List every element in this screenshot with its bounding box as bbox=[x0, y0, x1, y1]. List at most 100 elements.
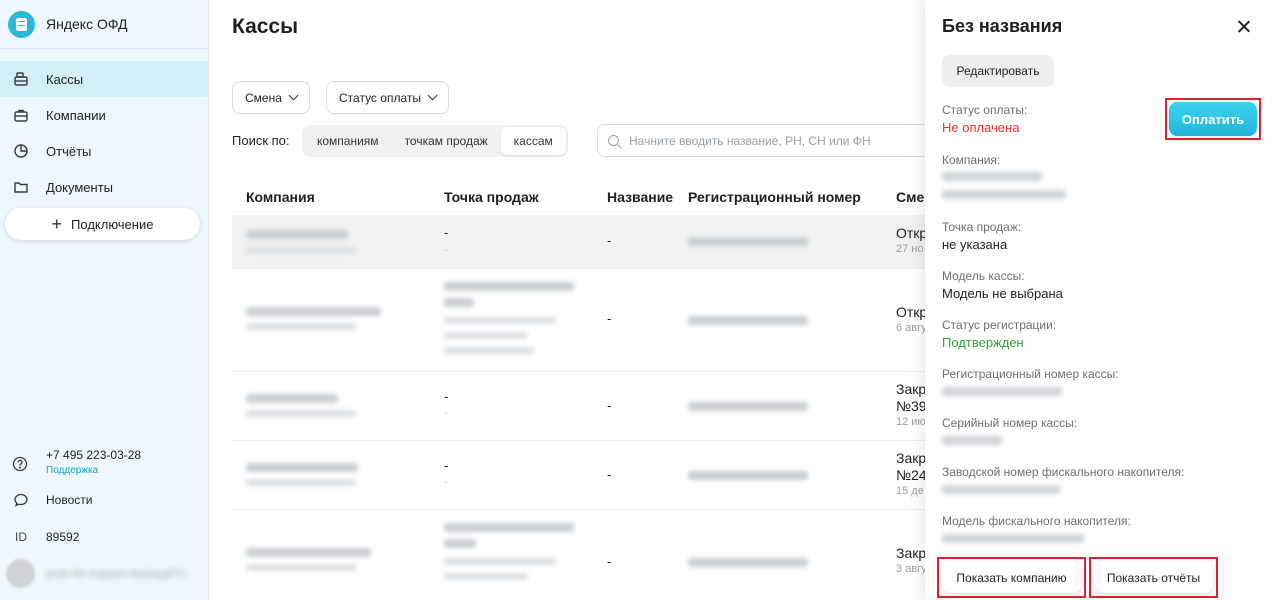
edit-button[interactable]: Редактировать bbox=[942, 55, 1054, 87]
col-company[interactable]: Компания bbox=[246, 189, 315, 205]
table-row[interactable]: - - - Закр №39 12 ию bbox=[232, 372, 925, 441]
search-input[interactable]: Начните вводить название, РН, СН или ФН bbox=[597, 124, 925, 157]
regnum-blurred bbox=[688, 316, 808, 325]
show-company-button[interactable]: Показать компанию bbox=[942, 562, 1081, 593]
point-name-blurred-2 bbox=[444, 539, 476, 548]
support-phone[interactable]: +7 495 223-03-28 bbox=[46, 448, 141, 462]
news-item[interactable]: Новости bbox=[12, 491, 92, 509]
plus-icon: + bbox=[51, 214, 63, 234]
id-icon: ID bbox=[15, 530, 27, 544]
regnum-blurred bbox=[688, 471, 808, 480]
chat-bubble-icon bbox=[12, 491, 30, 509]
pay-status-filter[interactable]: Статус оплаты bbox=[326, 81, 449, 114]
news-label: Новости bbox=[46, 493, 93, 507]
company-inn-blurred bbox=[246, 247, 356, 254]
col-regnum[interactable]: Регистрационный номер bbox=[688, 189, 861, 205]
col-point[interactable]: Точка продаж bbox=[444, 189, 539, 205]
company-label: Компания: bbox=[942, 153, 1001, 167]
close-icon[interactable] bbox=[1237, 20, 1251, 34]
smena-status: Откр bbox=[896, 225, 925, 241]
smena-date: 12 ию bbox=[896, 416, 925, 428]
company-inn-blurred bbox=[246, 479, 356, 486]
table-row[interactable]: - - - Откр 27 но bbox=[232, 215, 925, 269]
user-row[interactable]: yndx-for-support-ekdsayj8Tn bbox=[6, 559, 186, 588]
company-inn-blurred bbox=[246, 323, 356, 330]
show-reports-highlight: Показать отчёты bbox=[1089, 557, 1218, 598]
point-sub: - bbox=[444, 407, 448, 419]
table-row[interactable]: - Откр 6 авгу bbox=[232, 269, 925, 372]
show-reports-button[interactable]: Показать отчёты bbox=[1094, 562, 1213, 593]
support-link[interactable]: Поддержка bbox=[46, 465, 141, 476]
sidebar-item-dokumenty[interactable]: Документы bbox=[0, 169, 208, 205]
table-row[interactable]: - Закр 3 авгу bbox=[232, 510, 925, 600]
sidebar-item-otchety[interactable]: Отчёты bbox=[0, 133, 208, 169]
search-icon bbox=[608, 135, 619, 146]
col-smena[interactable]: Смена bbox=[896, 189, 925, 205]
pay-button[interactable]: Оплатить bbox=[1169, 102, 1257, 136]
table-row[interactable]: - - - Закр №24 15 де bbox=[232, 441, 925, 510]
serial-value-blurred bbox=[942, 436, 1002, 445]
briefcase-icon bbox=[12, 106, 30, 124]
search-by-label: Поиск по: bbox=[232, 133, 290, 148]
name-value: - bbox=[607, 233, 612, 248]
name-value: - bbox=[607, 311, 612, 326]
model-label: Модель кассы: bbox=[942, 269, 1025, 283]
sidebar-item-kassy[interactable]: Кассы bbox=[0, 61, 208, 97]
connect-button[interactable]: + Подключение bbox=[5, 208, 200, 240]
fn-model-label: Модель фискального накопителя: bbox=[942, 514, 1131, 528]
serial-label: Серийный номер кассы: bbox=[942, 416, 1078, 430]
search-tab-kassy[interactable]: кассам bbox=[500, 127, 566, 155]
smena-date: 3 авгу bbox=[896, 563, 925, 575]
smena-status: Закр bbox=[896, 545, 925, 561]
point-address-blurred-2 bbox=[444, 332, 528, 339]
id-item: ID 89592 bbox=[12, 528, 79, 546]
reg-status-value: Подтвержден bbox=[942, 335, 1024, 350]
smena-date: 15 де bbox=[896, 485, 924, 497]
fn-model-value-blurred bbox=[942, 534, 1084, 543]
pay-status-label: Статус оплаты: bbox=[942, 103, 1028, 117]
panel-title: Без названия bbox=[942, 16, 1063, 36]
search-tab-companies[interactable]: компаниям bbox=[304, 127, 392, 155]
col-name[interactable]: Название bbox=[607, 189, 673, 205]
company-name-blurred bbox=[246, 230, 348, 239]
name-value: - bbox=[607, 554, 612, 569]
smena-status: Закр bbox=[896, 450, 925, 466]
point-name-blurred-2 bbox=[444, 298, 474, 307]
company-inn-blurred bbox=[942, 190, 1066, 199]
sidebar-item-kompanii[interactable]: Компании bbox=[0, 97, 208, 133]
smena-status: Закр bbox=[896, 381, 925, 397]
reg-status-label: Статус регистрации: bbox=[942, 318, 1057, 332]
main-content: Кассы Смена Статус оплаты Поиск по: комп… bbox=[209, 0, 925, 600]
search-scope-tabs: компаниям точкам продаж кассам bbox=[302, 125, 568, 157]
logo-row[interactable]: Яндекс ОФД bbox=[0, 0, 208, 49]
smena-date: 27 но bbox=[896, 243, 924, 255]
pie-chart-icon bbox=[12, 142, 30, 160]
company-inn-blurred bbox=[246, 564, 356, 571]
point-address-blurred-2 bbox=[444, 573, 528, 580]
smena-filter[interactable]: Смена bbox=[232, 81, 310, 114]
pay-status-filter-label: Статус оплаты bbox=[339, 90, 421, 105]
point-value: - bbox=[444, 225, 449, 240]
point-name-blurred bbox=[444, 282, 574, 291]
page-title: Кассы bbox=[232, 15, 299, 38]
point-address-blurred bbox=[444, 317, 556, 324]
id-value: 89592 bbox=[46, 530, 80, 544]
point-value: - bbox=[444, 389, 449, 404]
point-value: - bbox=[444, 458, 449, 473]
point-value: не указана bbox=[942, 237, 1008, 252]
company-name-blurred bbox=[246, 394, 338, 403]
company-value-blurred bbox=[942, 172, 1042, 181]
question-icon bbox=[12, 456, 30, 474]
folder-icon bbox=[12, 178, 30, 196]
model-value: Модель не выбрана bbox=[942, 286, 1063, 301]
smena-number: №39 bbox=[896, 398, 925, 414]
user-email: yndx-for-support-ekdsayj8Tn bbox=[46, 567, 187, 580]
search-tab-points[interactable]: точкам продаж bbox=[392, 127, 501, 155]
name-value: - bbox=[607, 467, 612, 482]
fn-num-label: Заводской номер фискального накопителя: bbox=[942, 465, 1185, 479]
point-sub: - bbox=[444, 244, 448, 256]
cash-register-icon bbox=[12, 70, 30, 88]
sidebar-item-label: Отчёты bbox=[46, 143, 92, 159]
smena-date: 6 авгу bbox=[896, 322, 925, 334]
regnum-blurred bbox=[688, 558, 808, 567]
